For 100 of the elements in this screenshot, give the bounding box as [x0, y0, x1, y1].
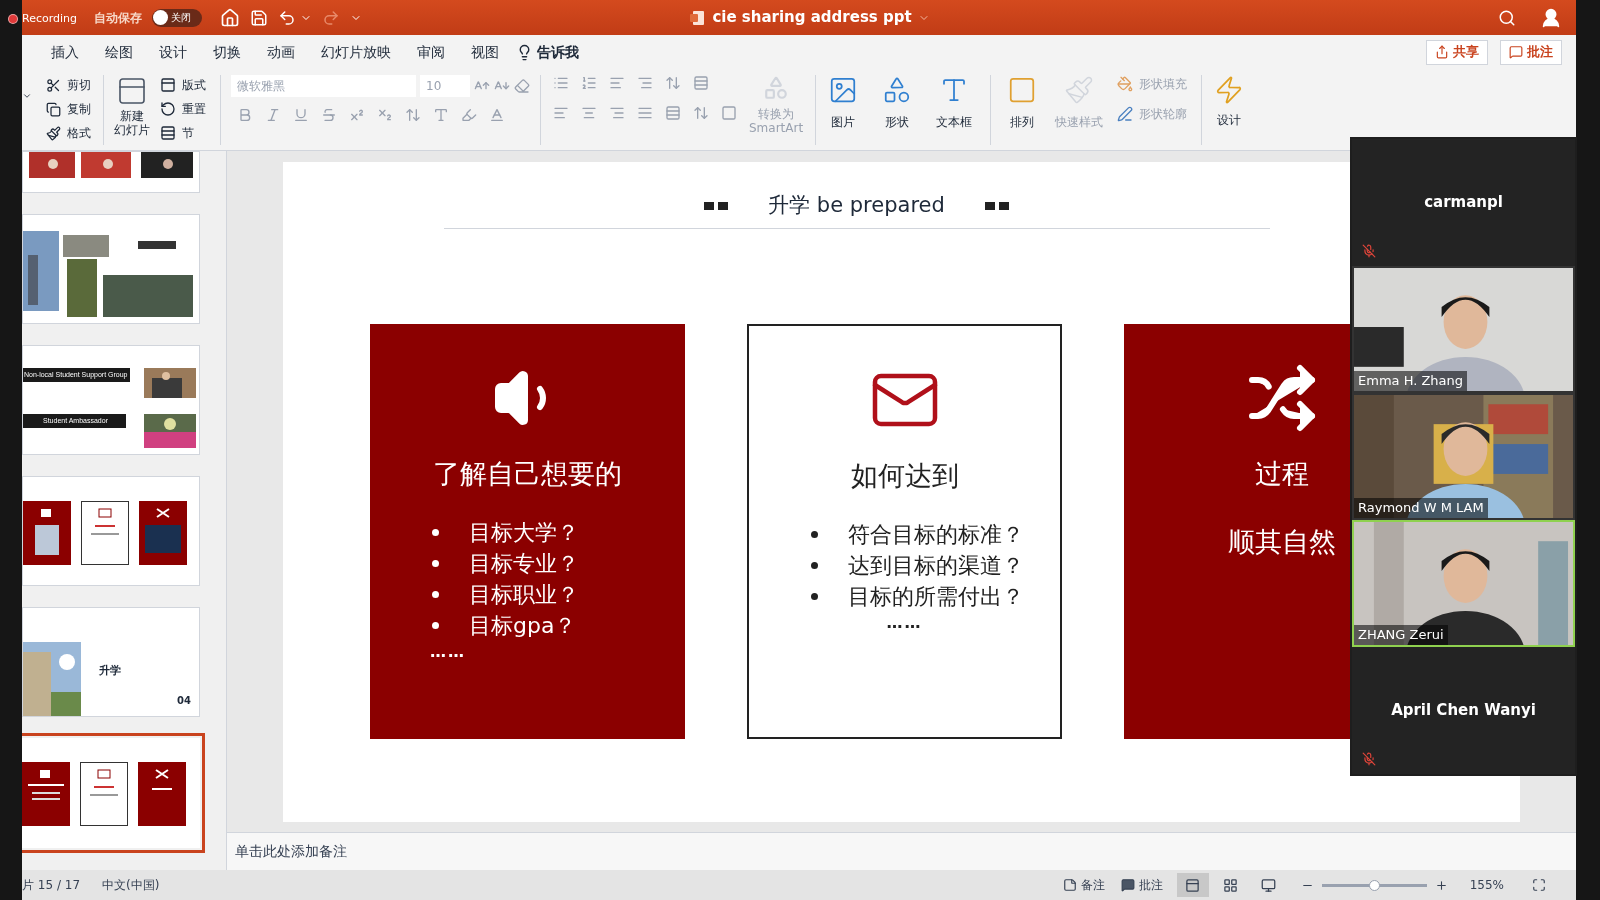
menu-tab[interactable]: 动画 — [254, 41, 308, 63]
bullet-icon — [811, 531, 818, 538]
format-icon[interactable] — [461, 107, 477, 123]
slide-tool-button[interactable]: 版式 — [160, 75, 206, 95]
design-button[interactable]: 设计 — [1202, 75, 1257, 129]
paragraph-icon[interactable] — [693, 75, 709, 91]
bullet-text: 目标的所需付出？ — [848, 583, 1024, 611]
zoom-slider-thumb[interactable] — [1369, 879, 1381, 891]
paragraph-icon[interactable] — [609, 75, 625, 91]
zoom-in-icon[interactable] — [1434, 878, 1448, 892]
tell-me-button[interactable]: 告诉我 — [512, 41, 579, 63]
participant-tile[interactable]: Emma H. Zhang — [1352, 266, 1575, 393]
bullet-text: 目标职业？ — [469, 581, 579, 609]
format-icon[interactable] — [405, 107, 421, 123]
slide-icon — [116, 75, 148, 107]
participant-tile[interactable]: carmanpl — [1352, 139, 1575, 266]
caret-icon[interactable] — [22, 91, 32, 101]
insert-button[interactable]: 文本框 — [924, 75, 985, 131]
layout-icon — [160, 77, 176, 93]
clear-format-icon[interactable] — [514, 78, 530, 94]
clipboard-button[interactable]: 剪切 — [46, 75, 91, 95]
card-thumbnail — [80, 762, 128, 826]
paragraph-icon[interactable] — [637, 75, 653, 91]
menu-tab[interactable]: 设计 — [146, 41, 200, 63]
card-thumbnail — [139, 501, 187, 565]
section-icon — [160, 125, 176, 141]
slide-title: 升学 be prepared — [768, 192, 945, 219]
menu-tab[interactable]: 审阅 — [404, 41, 458, 63]
format-icon[interactable] — [377, 107, 393, 123]
participant-tile[interactable]: April Chen Wanyi — [1352, 647, 1575, 774]
bullet-text: 目标专业？ — [469, 550, 579, 578]
language-label: 中文(中国) — [102, 877, 160, 894]
fit-slide-icon[interactable] — [1532, 878, 1546, 892]
file-icon — [690, 9, 707, 26]
paragraph-icon[interactable] — [553, 75, 569, 91]
paragraph-icon[interactable] — [553, 105, 569, 121]
card-heading: 过程 — [1254, 456, 1309, 491]
autosave-label: 自动保存 — [94, 9, 142, 27]
autosave-toggle[interactable]: 关闭 — [152, 8, 202, 27]
slide-thumbnail[interactable]: 升学 04 — [22, 607, 200, 717]
slide-tool-button[interactable]: 节 — [160, 123, 206, 143]
save-icon[interactable] — [250, 8, 268, 27]
thumbnail-text: 04 — [177, 694, 191, 708]
participant-tile[interactable]: Raymond W M LAM — [1352, 393, 1575, 520]
format-icon[interactable] — [293, 107, 309, 123]
participant-name: Emma H. Zhang — [1354, 371, 1468, 391]
note-icon — [1062, 878, 1077, 892]
redo-icon[interactable] — [322, 8, 340, 27]
home-icon[interactable] — [220, 7, 240, 28]
paragraph-icon[interactable] — [721, 105, 737, 121]
participant-tile[interactable]: ZHANG Zerui — [1352, 520, 1575, 647]
normal-view-icon — [1185, 877, 1201, 893]
paragraph-icon[interactable] — [637, 105, 653, 121]
menu-tab[interactable]: 切换 — [200, 41, 254, 63]
menu-tab[interactable]: 幻灯片放映 — [308, 41, 404, 63]
format-icon[interactable] — [349, 107, 365, 123]
card-heading: 如何达到 — [850, 458, 959, 493]
clipboard-button[interactable]: 复制 — [46, 99, 91, 119]
share-button[interactable]: 共享 — [1426, 39, 1488, 65]
paragraph-icon[interactable] — [609, 105, 625, 121]
slide-thumbnail[interactable] — [22, 214, 200, 324]
user-icon[interactable] — [1540, 6, 1562, 29]
new-slide-button[interactable]: 新建 幻灯片 — [104, 75, 160, 137]
paragraph-icon[interactable] — [665, 75, 681, 91]
insert-button[interactable]: 形状 — [870, 75, 925, 131]
paintbrush-icon — [46, 125, 61, 141]
slide-thumbnail[interactable] — [22, 476, 200, 586]
format-icon[interactable] — [237, 107, 253, 123]
bullet-icon — [432, 591, 439, 598]
comments-button[interactable]: 批注 — [1500, 39, 1562, 65]
participant-name: April Chen Wanyi — [1391, 700, 1536, 722]
menu-tab[interactable]: 插入 — [38, 41, 92, 63]
comment-icon — [1509, 45, 1523, 59]
comment-icon — [1120, 878, 1135, 892]
search-icon[interactable] — [1498, 8, 1516, 27]
comments-status-button[interactable]: 批注 — [1120, 876, 1163, 894]
paragraph-icon[interactable] — [581, 75, 597, 91]
insert-button[interactable]: 图片 — [816, 75, 871, 131]
slide-tool-button[interactable]: 重置 — [160, 99, 206, 119]
view-button[interactable] — [1176, 873, 1209, 897]
menu-tab[interactable]: 视图 — [458, 41, 512, 63]
notes-placeholder[interactable]: 单击此处添加备注 — [235, 841, 347, 862]
menu-tab[interactable]: 绘图 — [92, 41, 146, 63]
paragraph-icon[interactable] — [693, 105, 709, 121]
arrange-button[interactable]: 排列 — [997, 75, 1048, 131]
thumbnail-text: 升学 — [98, 662, 122, 679]
title-decoration-icon — [704, 201, 729, 210]
format-icon[interactable] — [489, 107, 505, 123]
paragraph-icon[interactable] — [581, 105, 597, 121]
mic-muted-icon — [1362, 752, 1376, 766]
zoom-percent[interactable]: 155% — [1469, 876, 1504, 894]
slide-thumbnail[interactable] — [22, 151, 200, 193]
format-icon[interactable] — [265, 107, 281, 123]
clipboard-button[interactable]: 格式 — [46, 123, 91, 143]
format-icon[interactable] — [433, 107, 449, 123]
format-icon[interactable] — [321, 107, 337, 123]
paragraph-icon[interactable] — [665, 105, 681, 121]
card-subtitle: 顺其自然 — [1227, 525, 1336, 559]
undo-icon[interactable] — [278, 8, 296, 27]
notes-button[interactable]: 备注 — [1062, 876, 1105, 894]
